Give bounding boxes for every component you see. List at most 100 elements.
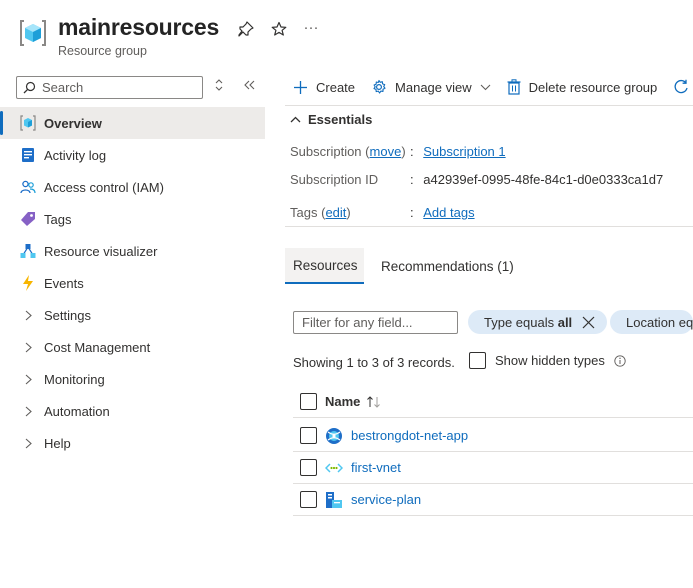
resource-group-icon	[20, 20, 46, 46]
row-checkbox[interactable]	[300, 459, 317, 476]
sort-icon[interactable]	[366, 395, 382, 408]
subscription-value-row: : Subscription 1	[410, 144, 506, 159]
gear-icon	[373, 79, 386, 94]
resource-link[interactable]: service-plan	[351, 492, 421, 507]
search-icon	[23, 81, 36, 94]
subscription-id-value: a42939ef-0995-48fe-84c1-d0e0333ca1d7	[423, 172, 664, 187]
page-title: mainresources	[58, 14, 220, 40]
sidebar-item-resource-visualizer[interactable]: Resource visualizer	[0, 235, 265, 267]
resource-group-icon	[20, 115, 36, 131]
sidebar-item-help[interactable]: Help	[0, 427, 265, 459]
sidebar-nav: Overview Activity log Access control (IA…	[0, 107, 265, 459]
sidebar-item-activity-log[interactable]: Activity log	[0, 139, 265, 171]
search-placeholder: Search	[42, 80, 84, 95]
table-row: first-vnet	[293, 452, 693, 484]
sidebar-item-label: Resource visualizer	[44, 243, 158, 259]
delete-resource-group-button[interactable]: Delete resource group	[507, 79, 658, 95]
page-header: mainresources Resource group ···	[0, 0, 693, 70]
sidebar-item-settings[interactable]: Settings	[0, 299, 265, 331]
more-options-icon[interactable]: ···	[300, 16, 322, 38]
expand-collapse-icon[interactable]	[214, 78, 224, 95]
tags-value-row: : Add tags	[410, 205, 475, 220]
manage-view-button[interactable]: Manage view	[371, 79, 491, 95]
type-filter-label: Type equals	[484, 314, 558, 330]
chevron-right-icon	[20, 438, 36, 449]
table-header: Name	[293, 386, 693, 418]
resource-link[interactable]: bestrongdot-net-app	[351, 428, 468, 443]
paren: )	[346, 205, 351, 220]
activity-log-icon	[20, 147, 36, 163]
location-filter-pill[interactable]: Location eq	[610, 310, 693, 334]
sidebar-item-overview[interactable]: Overview	[0, 107, 265, 139]
name-column-header[interactable]: Name	[325, 394, 360, 409]
tag-icon	[20, 211, 36, 227]
filter-input[interactable]: Filter for any field...	[293, 311, 458, 334]
subscription-label-text: Subscription	[290, 144, 362, 159]
type-filter-pill[interactable]: Type equals all	[468, 310, 608, 334]
subscription-link[interactable]: Subscription 1	[423, 144, 505, 159]
add-tags-link[interactable]: Add tags	[423, 205, 474, 220]
sidebar-item-iam[interactable]: Access control (IAM)	[0, 171, 265, 203]
refresh-button[interactable]	[673, 79, 693, 95]
tags-label: Tags (edit)	[290, 205, 351, 220]
table-row: bestrongdot-net-app	[293, 420, 693, 452]
sidebar-item-automation[interactable]: Automation	[0, 395, 265, 427]
sidebar-item-label: Access control (IAM)	[44, 179, 164, 195]
essentials-heading: Essentials	[308, 112, 373, 127]
subscription-id-row: : a42939ef-0995-48fe-84c1-d0e0333ca1d7	[410, 172, 663, 187]
separator: :	[410, 144, 414, 159]
chevron-right-icon	[20, 406, 36, 417]
web-app-icon	[325, 427, 343, 445]
plus-icon	[294, 80, 307, 94]
sidebar-search-input[interactable]: Search	[16, 76, 203, 99]
sidebar-item-label: Activity log	[44, 147, 107, 163]
visualizer-icon	[20, 243, 36, 259]
sidebar-item-label: Monitoring	[44, 371, 105, 387]
sidebar-item-cost-management[interactable]: Cost Management	[0, 331, 265, 363]
sidebar-item-label: Cost Management	[44, 339, 151, 355]
separator: :	[410, 172, 414, 187]
favorite-star-icon[interactable]	[268, 18, 290, 40]
create-button[interactable]: Create	[293, 80, 355, 95]
trash-icon	[507, 79, 521, 95]
paren: )	[401, 144, 406, 159]
collapse-sidebar-icon[interactable]	[243, 78, 255, 95]
sidebar-item-label: Events	[44, 275, 84, 291]
delete-label: Delete resource group	[528, 79, 658, 95]
divider	[285, 226, 693, 227]
show-hidden-types-toggle[interactable]: Show hidden types	[469, 352, 626, 369]
row-checkbox[interactable]	[300, 491, 317, 508]
select-all-checkbox[interactable]	[300, 393, 317, 410]
sidebar-item-label: Help	[44, 435, 71, 451]
sidebar-item-events[interactable]: Events	[0, 267, 265, 299]
show-hidden-types-checkbox[interactable]	[469, 352, 486, 369]
subscription-label: Subscription (move)	[290, 144, 406, 159]
table-row: service-plan	[293, 484, 693, 516]
tags-edit-link[interactable]: edit	[325, 205, 346, 220]
sidebar-item-tags[interactable]: Tags	[0, 203, 265, 235]
page-subtitle: Resource group	[58, 44, 147, 58]
chevron-right-icon	[20, 342, 36, 353]
show-hidden-types-label: Show hidden types	[495, 353, 605, 368]
iam-icon	[20, 179, 36, 195]
lightning-icon	[20, 275, 36, 291]
pin-icon[interactable]	[235, 18, 257, 40]
sidebar-item-label: Tags	[44, 211, 72, 227]
type-filter-value: all	[557, 314, 573, 330]
resource-link[interactable]: first-vnet	[351, 460, 401, 475]
subscription-id-label: Subscription ID	[290, 172, 379, 187]
sidebar-item-label: Automation	[44, 403, 110, 419]
manage-view-label: Manage view	[395, 79, 472, 95]
tab-resources[interactable]: Resources	[285, 248, 364, 284]
app-service-plan-icon	[325, 491, 343, 509]
subscription-move-link[interactable]: move	[370, 144, 402, 159]
row-checkbox[interactable]	[300, 427, 317, 444]
close-icon[interactable]	[582, 316, 595, 329]
divider	[285, 105, 693, 106]
records-count: Showing 1 to 3 of 3 records.	[293, 355, 455, 370]
chevron-right-icon	[20, 310, 36, 321]
info-icon[interactable]	[614, 354, 626, 367]
sidebar-item-monitoring[interactable]: Monitoring	[0, 363, 265, 395]
tab-recommendations[interactable]: Recommendations (1)	[373, 248, 522, 284]
essentials-toggle[interactable]: Essentials	[290, 112, 372, 127]
